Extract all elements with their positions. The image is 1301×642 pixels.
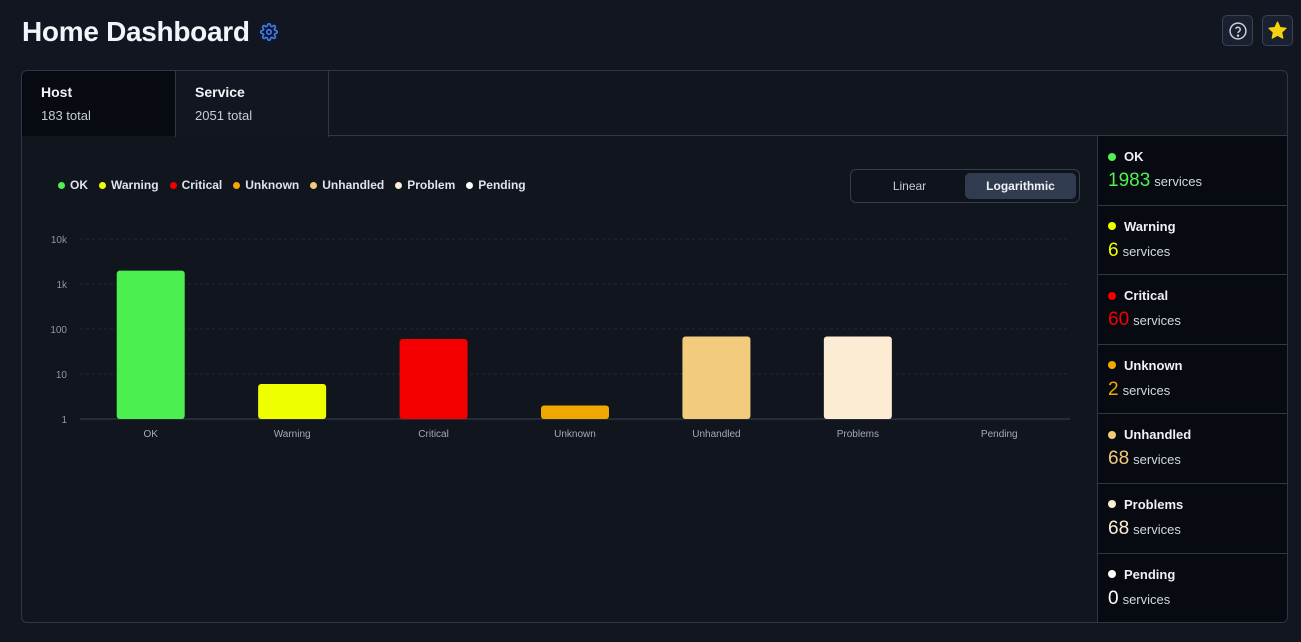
legend-label: Pending [478,178,526,192]
status-dot [1108,222,1116,231]
legend-label: Warning [111,178,159,192]
scale-toggle: Linear Logarithmic [850,169,1080,203]
summary-label: Problems [1124,496,1184,512]
chart-bar-critical [399,338,468,419]
summary-item-problems[interactable]: Problems 68 services [1098,484,1287,554]
y-tick-label: 1k [56,280,68,291]
summary-label: Unknown [1124,357,1183,373]
tab-bar: Host 183 total Service 2051 total [22,71,1287,137]
summary-item-critical[interactable]: Critical 60 services [1098,275,1287,345]
legend-label: Unhandled [322,178,385,192]
summary-unit: services [1122,591,1171,607]
summary-label: Pending [1124,566,1176,582]
chart-bar-unhandled [682,336,751,419]
summary-item-unknown[interactable]: Unknown 2 services [1098,345,1287,415]
legend-item-unhandled[interactable]: Unhandled [310,178,384,192]
legend-label: Unknown [245,178,300,192]
legend-item-problem[interactable]: Problem [395,178,455,192]
summary-unit: services [1154,174,1202,189]
legend-item-ok[interactable]: OK [58,178,88,192]
legend-item-pending[interactable]: Pending [466,178,526,192]
logarithmic-scale-button[interactable]: Logarithmic [965,173,1076,199]
status-dot [1108,430,1116,439]
legend-dot [466,181,474,189]
x-tick-label: Unknown [554,429,596,440]
x-tick-label: Unhandled [692,429,740,440]
summary-item-pending[interactable]: Pending 0 services [1098,554,1287,622]
star-icon [1268,21,1287,39]
x-tick-label: OK [143,429,158,440]
status-dot [1108,570,1116,579]
favorite-button[interactable] [1262,15,1293,46]
chart-bar-ok [116,270,185,419]
status-panel: Host 183 total Service 2051 total OK War… [21,70,1288,623]
status-dot [1108,291,1116,300]
summary-count: 6 [1108,239,1119,261]
legend-dot [233,181,241,189]
chart-bar-unknown [541,405,609,419]
tab-host[interactable]: Host 183 total [22,71,175,136]
help-icon [1228,21,1247,40]
chart-legend: OK Warning Critical Unknown Unhandled Pr… [58,178,537,192]
x-tick-label: Pending [981,429,1018,440]
legend-item-unknown[interactable]: Unknown [233,178,299,192]
top-actions [1222,15,1293,46]
summary-count: 60 [1108,309,1130,331]
y-tick-label: 1 [61,415,67,426]
chart-bar-warning [258,383,327,419]
linear-scale-button[interactable]: Linear [854,173,965,199]
y-tick-label: 10 [56,370,68,381]
summary-unit: services [1122,382,1171,398]
status-dot [1108,500,1116,509]
legend-item-critical[interactable]: Critical [169,178,223,192]
summary-label: Warning [1124,218,1176,234]
summary-count: 1983 [1108,170,1151,191]
x-tick-label: Critical [418,429,449,440]
summary-item-ok[interactable]: OK 1983 services [1098,136,1287,206]
page-header: Home Dashboard [22,14,278,50]
chart-bar-problems [823,336,892,419]
summary-item-unhandled[interactable]: Unhandled 68 services [1098,414,1287,484]
summary-unit: services [1133,313,1181,329]
summary-count: 0 [1108,587,1119,609]
summary-unit: services [1133,521,1181,537]
status-dot [1108,152,1116,161]
legend-dot [310,181,318,189]
legend-dot [99,181,106,189]
legend-dot [169,181,177,189]
bar-chart: 1 10 100 1k 10k OK Warning Critical Unknown Unhan… [50,235,1070,440]
legend-dot [58,181,65,189]
summary-unit: services [1133,452,1181,468]
y-tick-label: 100 [50,325,67,336]
tab-service-label: Service [195,84,245,100]
gear-icon[interactable] [259,23,278,41]
tab-host-label: Host [41,84,73,100]
legend-label: Critical [181,178,223,192]
y-tick-label: 10k [51,235,68,246]
summary-item-warning[interactable]: Warning 6 services [1098,206,1287,276]
summary-count: 68 [1108,517,1130,539]
x-tick-label: Problems [837,429,879,440]
x-tick-label: Warning [274,429,311,440]
summary-label: OK [1124,149,1144,164]
summary-label: Critical [1124,288,1169,304]
summary-unit: services [1122,243,1171,259]
page-title: Home Dashboard [22,16,250,47]
tab-service[interactable]: Service 2051 total [175,71,329,137]
legend-dot [395,181,403,189]
legend-label: Problem [407,178,456,192]
legend-label: OK [70,178,88,192]
summary-label: Unhandled [1124,427,1192,443]
help-button[interactable] [1222,15,1253,46]
status-dot [1108,361,1116,370]
legend-item-warning[interactable]: Warning [99,178,159,192]
summary-count: 2 [1108,378,1119,400]
summary-count: 68 [1108,448,1130,470]
summary-sidebar: OK 1983 services Warning 6 services Critic… [1097,136,1287,622]
tab-host-total: 183 total [41,108,91,123]
tab-service-total: 2051 total [195,108,253,123]
